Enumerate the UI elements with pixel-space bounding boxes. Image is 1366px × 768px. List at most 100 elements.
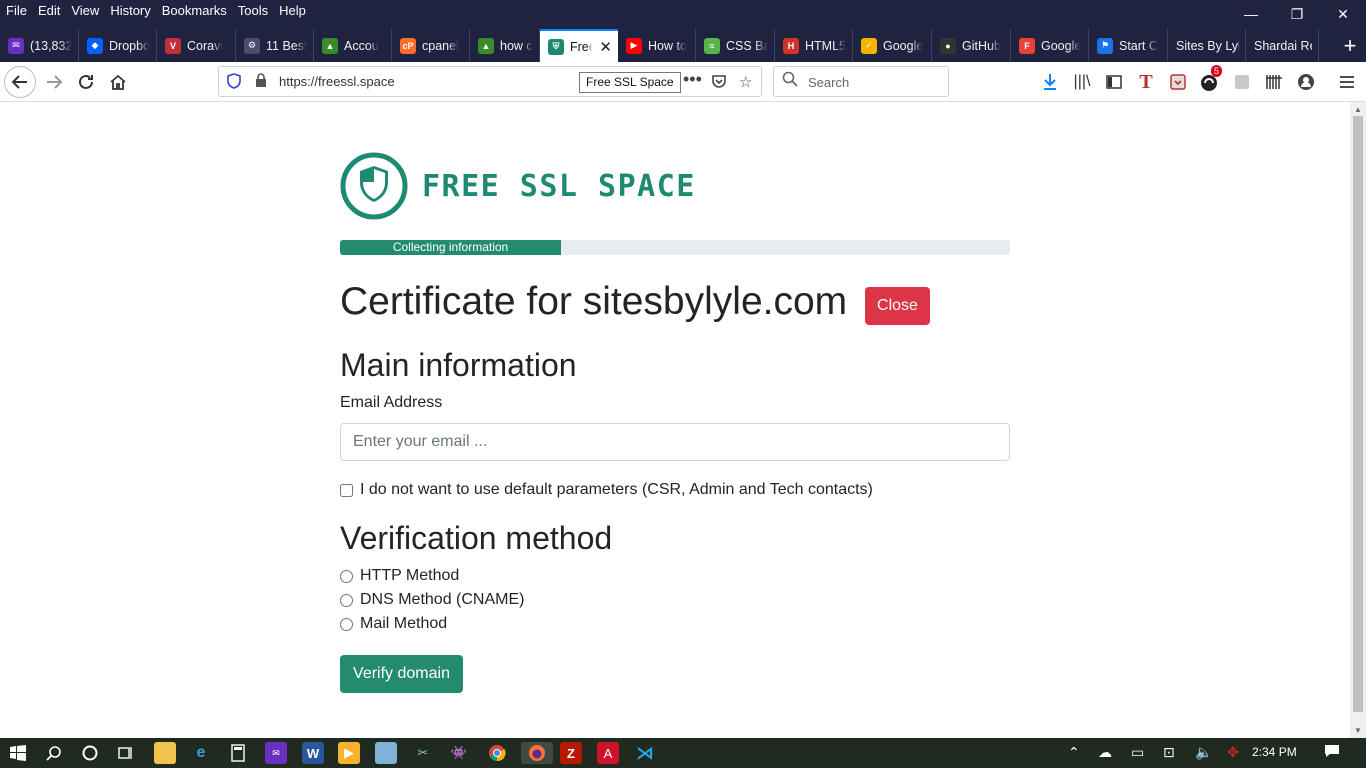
library-icon[interactable]: |||\ xyxy=(1071,71,1093,93)
browser-tab[interactable]: ⛨ Free ✕ xyxy=(540,29,618,62)
dropbox-tray-icon[interactable]: ✥ xyxy=(1227,744,1239,761)
url-text[interactable]: https://freessl.space xyxy=(279,74,395,89)
browser-tab[interactable]: ◆ Dropbo xyxy=(79,29,157,62)
mail-method-label[interactable]: Mail Method xyxy=(360,615,447,633)
word-icon[interactable]: W xyxy=(302,742,324,764)
onedrive-icon[interactable]: ☁ xyxy=(1098,744,1112,761)
verify-domain-button[interactable]: Verify domain xyxy=(340,655,463,693)
restore-button[interactable]: ❐ xyxy=(1274,0,1320,28)
back-button[interactable] xyxy=(4,66,36,98)
alien-app-icon[interactable]: 👾 xyxy=(448,742,470,764)
tray-chevron-icon[interactable]: ⌃ xyxy=(1068,744,1080,761)
menu-edit[interactable]: Edit xyxy=(38,1,60,21)
pocket-icon[interactable] xyxy=(711,73,727,93)
tab-title: how ca xyxy=(500,38,533,53)
tab-title: Google xyxy=(1041,38,1082,53)
browser-tab[interactable]: Shardai Ren xyxy=(1246,29,1319,62)
windows-start-icon[interactable] xyxy=(7,742,29,764)
menu-bookmarks[interactable]: Bookmarks xyxy=(162,1,227,21)
default-params-label[interactable]: I do not want to use default parameters … xyxy=(360,481,873,499)
clock[interactable]: 2:34 PM xyxy=(1252,745,1297,759)
browser-tab[interactable]: H HTML5 xyxy=(775,29,853,62)
action-center-icon[interactable] xyxy=(1324,744,1340,761)
lock-icon[interactable] xyxy=(255,73,267,92)
browser-tab[interactable]: ▶ How to xyxy=(618,29,696,62)
reload-button[interactable] xyxy=(70,66,102,98)
snipping-tool-icon[interactable]: ✂ xyxy=(412,742,434,764)
calculator-icon[interactable] xyxy=(227,742,249,764)
browser-tab[interactable]: ▲ how ca xyxy=(470,29,540,62)
scroll-thumb[interactable] xyxy=(1353,116,1363,712)
menu-help[interactable]: Help xyxy=(279,1,306,21)
file-explorer-icon[interactable] xyxy=(154,742,176,764)
browser-tab[interactable]: ⚑ Start C xyxy=(1089,29,1168,62)
search-taskbar-icon[interactable] xyxy=(43,742,65,764)
mail-method-radio[interactable] xyxy=(340,617,353,631)
browser-tab[interactable]: F Google xyxy=(1011,29,1089,62)
dns-method-label[interactable]: DNS Method (CNAME) xyxy=(360,591,524,609)
browser-tab[interactable]: V Coravi xyxy=(157,29,236,62)
media-player-icon[interactable]: ▶ xyxy=(338,742,360,764)
dns-method-radio[interactable] xyxy=(340,593,353,607)
browser-tab[interactable]: ● GitHub xyxy=(932,29,1011,62)
http-method-label[interactable]: HTTP Method xyxy=(360,567,459,585)
menu-view[interactable]: View xyxy=(71,1,99,21)
menu-tools[interactable]: Tools xyxy=(238,1,268,21)
download-icon[interactable] xyxy=(1039,71,1061,93)
http-method-radio[interactable] xyxy=(340,569,353,583)
email-field[interactable] xyxy=(340,423,1010,461)
menu-history[interactable]: History xyxy=(110,1,150,21)
default-params-checkbox[interactable] xyxy=(340,483,353,497)
grey-extension-icon[interactable] xyxy=(1231,71,1253,93)
vscode-icon[interactable]: ⋊ xyxy=(634,742,656,764)
battery-icon[interactable]: ▭ xyxy=(1131,744,1144,761)
scroll-up-icon[interactable]: ▲ xyxy=(1354,105,1362,114)
filezilla-icon[interactable]: Z xyxy=(560,742,582,764)
browser-tab[interactable]: cP cpanel xyxy=(392,29,470,62)
internet-explorer-icon[interactable]: e xyxy=(190,742,212,764)
hamburger-menu-icon[interactable] xyxy=(1336,71,1358,93)
minimize-button[interactable]: — xyxy=(1228,0,1274,28)
http-method-row: HTTP Method xyxy=(340,567,459,585)
browser-tab[interactable]: ≈ CSS Ba xyxy=(696,29,775,62)
task-view-icon[interactable] xyxy=(115,742,137,764)
home-button[interactable] xyxy=(102,66,134,98)
extension-badge-icon[interactable]: 5 xyxy=(1199,65,1223,93)
tab-title: Google xyxy=(883,38,924,53)
page-actions-icon[interactable]: ••• xyxy=(683,69,702,90)
pocket-extension-icon[interactable] xyxy=(1167,71,1189,93)
scroll-down-icon[interactable]: ▼ xyxy=(1354,726,1362,735)
yahoo-mail-icon[interactable]: ✉ xyxy=(265,742,287,764)
search-placeholder[interactable]: Search xyxy=(808,75,849,90)
forward-button[interactable] xyxy=(38,66,70,98)
notepad-icon[interactable] xyxy=(375,742,397,764)
bookmark-star-icon[interactable]: ☆ xyxy=(739,73,752,91)
search-bar[interactable]: Search xyxy=(773,66,949,97)
close-button[interactable]: Close xyxy=(865,287,930,325)
close-tab-icon[interactable]: ✕ xyxy=(599,38,612,56)
browser-tab[interactable]: ✉ (13,832 xyxy=(0,29,79,62)
account-icon[interactable] xyxy=(1295,71,1317,93)
network-icon[interactable]: ⊡ xyxy=(1163,744,1175,761)
firefox-icon[interactable] xyxy=(521,742,553,764)
browser-tab[interactable]: ⚙ 11 Best xyxy=(236,29,314,62)
menu-file[interactable]: File xyxy=(6,1,27,21)
page-scrollbar[interactable]: ▲ ▼ xyxy=(1350,102,1366,738)
browser-tab[interactable]: ▲ Accou xyxy=(314,29,392,62)
volume-icon[interactable]: 🔈 xyxy=(1195,744,1212,761)
t-extension-icon[interactable]: T xyxy=(1135,71,1157,93)
chrome-icon[interactable] xyxy=(486,742,508,764)
close-window-button[interactable]: ✕ xyxy=(1320,0,1366,28)
new-tab-button[interactable]: + xyxy=(1334,29,1366,62)
sidebar-icon[interactable] xyxy=(1103,71,1125,93)
browser-tab[interactable]: ✓ Google xyxy=(853,29,932,62)
tab-title: (13,832 xyxy=(30,38,72,53)
tab-title: GitHub xyxy=(962,38,1001,53)
tracking-shield-icon[interactable] xyxy=(227,73,241,93)
acrobat-icon[interactable]: A xyxy=(597,742,619,764)
tab-title: HTML5 xyxy=(805,38,846,53)
browser-tab[interactable]: Sites By Lyl xyxy=(1168,29,1246,62)
cortana-icon[interactable] xyxy=(79,742,101,764)
barcode-extension-icon[interactable] xyxy=(1263,71,1285,93)
url-bar[interactable]: https://freessl.space Free SSL Space •••… xyxy=(218,66,762,97)
